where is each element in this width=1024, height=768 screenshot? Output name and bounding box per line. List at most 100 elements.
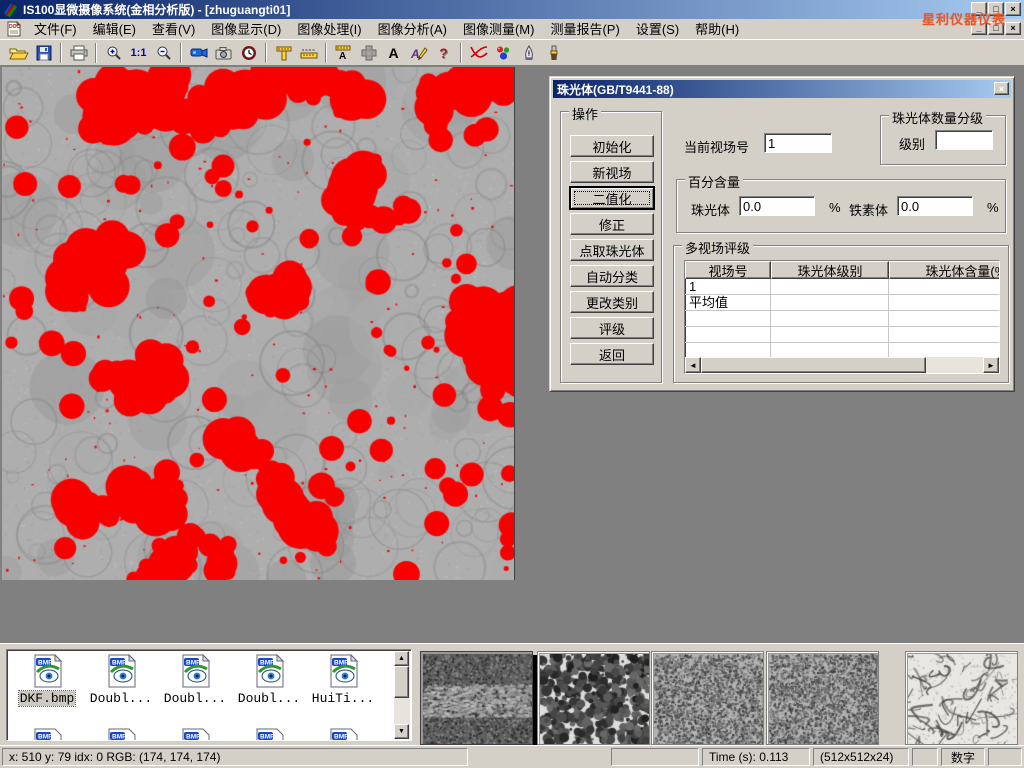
scroll-thumb[interactable] <box>394 666 409 698</box>
thumbnail-4[interactable] <box>766 651 879 745</box>
table-row[interactable]: 平均值 0.0 <box>685 295 999 311</box>
focus-rect <box>574 191 650 205</box>
toolbar-separator <box>95 43 97 63</box>
caliper-button[interactable] <box>271 41 296 64</box>
color-balls-icon <box>495 45 512 61</box>
floppy-icon <box>36 45 52 61</box>
menu-settings[interactable]: 设置(S) <box>628 17 687 40</box>
grade-label: 级别 <box>899 134 925 153</box>
file-item[interactable]: BMP Doubl... <box>233 654 305 706</box>
file-item[interactable]: BMP <box>159 728 231 741</box>
micrograph-image[interactable] <box>2 67 515 580</box>
file-item[interactable]: BMP Doubl... <box>159 654 231 706</box>
grade-input[interactable] <box>935 130 993 150</box>
menu-image-measure[interactable]: 图像测量(M) <box>455 17 543 40</box>
pen-tool-button[interactable] <box>516 41 541 64</box>
new-field-button[interactable]: 新视场 <box>570 161 654 183</box>
video-capture-button[interactable] <box>186 41 211 64</box>
thumbnail-5[interactable] <box>905 651 1018 745</box>
menu-image-processing[interactable]: 图像处理(I) <box>289 17 369 40</box>
menu-image-display[interactable]: 图像显示(D) <box>203 17 289 40</box>
pick-pearlite-button[interactable]: 点取珠光体 <box>570 239 654 261</box>
snapshot-button[interactable] <box>211 41 236 64</box>
classify-particles-button[interactable] <box>491 41 516 64</box>
initialize-button[interactable]: 初始化 <box>570 135 654 157</box>
pearlite-percent-input[interactable] <box>739 196 815 216</box>
current-field-input[interactable] <box>764 133 832 153</box>
curve-tool-button[interactable] <box>466 41 491 64</box>
actual-size-button[interactable]: 1:1 <box>126 41 151 64</box>
dialog-title-bar[interactable]: 珠光体(GB/T9441-88) × <box>553 80 1011 98</box>
measure-label-button[interactable]: A <box>331 41 356 64</box>
vendor-watermark: 星利仪器仪表 <box>922 9 1006 28</box>
multi-field-table[interactable]: 视场号 珠光体级别 珠光体含量(%) 铁素体含量(%) 1 0.0 平均值 0.… <box>684 260 1000 374</box>
menu-image-analysis[interactable]: 图像分析(A) <box>370 17 455 40</box>
save-button[interactable] <box>31 41 56 64</box>
ruler-button[interactable] <box>296 41 321 64</box>
file-item[interactable]: BMP HuiTi... <box>307 654 379 706</box>
open-file-button[interactable] <box>6 41 31 64</box>
change-class-button[interactable]: 更改类别 <box>570 291 654 313</box>
grid-merge-button[interactable] <box>356 41 381 64</box>
binarize-button[interactable]: 二值化 <box>570 187 654 209</box>
table-row[interactable]: 1 0.0 <box>685 279 999 295</box>
file-name[interactable]: Doubl... <box>89 691 153 706</box>
col-pearlite-grade[interactable]: 珠光体级别 <box>771 261 889 279</box>
file-name[interactable]: Doubl... <box>237 691 301 706</box>
edit-annotation-button[interactable]: A <box>406 41 431 64</box>
toolbar-separator <box>180 43 182 63</box>
col-pearlite-percent[interactable]: 珠光体含量(%) <box>889 261 1000 279</box>
grade-button[interactable]: 评级 <box>570 317 654 339</box>
menu-help[interactable]: 帮助(H) <box>687 17 747 40</box>
timer-button[interactable] <box>236 41 261 64</box>
mdi-close-button[interactable]: × <box>1005 22 1021 35</box>
file-item[interactable]: BMP <box>85 728 157 741</box>
thumbnail-3[interactable] <box>651 651 764 745</box>
scroll-left-arrow[interactable]: ◄ <box>685 357 701 373</box>
file-item[interactable]: BMP <box>307 728 379 741</box>
return-button[interactable]: 返回 <box>570 343 654 365</box>
file-name[interactable]: DKF.bmp <box>19 691 76 706</box>
print-button[interactable] <box>66 41 91 64</box>
close-button[interactable]: × <box>1005 2 1021 16</box>
menu-measure-report[interactable]: 测量报告(P) <box>542 17 627 40</box>
file-item[interactable]: BMP DKF.bmp <box>11 654 83 706</box>
file-item[interactable]: BMP Doubl... <box>85 654 157 706</box>
file-name[interactable]: HuiTi... <box>311 691 375 706</box>
zoom-in-icon <box>106 45 122 61</box>
thumbnail-2[interactable] <box>537 651 650 745</box>
bmp-file-icon: BMP <box>326 728 360 741</box>
auto-classify-button[interactable]: 自动分类 <box>570 265 654 287</box>
help-button[interactable]: ? <box>431 41 456 64</box>
document-icon[interactable]: DOC <box>6 21 22 37</box>
table-row <box>685 327 999 343</box>
window-title: IS100显微摄像系统(金相分析版) - [zhuguangti01] <box>23 1 290 18</box>
zoom-in-button[interactable] <box>101 41 126 64</box>
clock-icon <box>241 45 257 61</box>
table-horizontal-scrollbar[interactable]: ◄ ► <box>685 357 999 373</box>
menu-edit[interactable]: 编辑(E) <box>85 17 144 40</box>
file-browser[interactable]: BMP DKF.bmp BMP Doubl... BMP Doubl... BM… <box>6 649 412 741</box>
scroll-right-arrow[interactable]: ► <box>983 357 999 373</box>
ferrite-percent-input[interactable] <box>897 196 973 216</box>
col-field-no[interactable]: 视场号 <box>685 261 771 279</box>
file-item[interactable]: BMP <box>11 728 83 741</box>
thumbnail-1[interactable] <box>420 651 533 745</box>
pen-icon <box>522 45 536 61</box>
scroll-thumb[interactable] <box>701 357 926 373</box>
operation-group: 操作 初始化 新视场 二值化 修正 点取珠光体 自动分类 更改类别 评级 返回 <box>560 111 662 383</box>
correct-button[interactable]: 修正 <box>570 213 654 235</box>
file-item[interactable]: BMP <box>233 728 305 741</box>
menu-view[interactable]: 查看(V) <box>144 17 203 40</box>
brush-tool-button[interactable] <box>541 41 566 64</box>
dialog-close-button[interactable]: × <box>994 82 1009 95</box>
scroll-down-arrow[interactable]: ▼ <box>394 724 409 739</box>
file-name[interactable]: Doubl... <box>163 691 227 706</box>
letter-a-icon: A <box>388 45 398 61</box>
file-browser-scrollbar[interactable]: ▲ ▼ <box>394 651 410 739</box>
scroll-up-arrow[interactable]: ▲ <box>394 651 409 666</box>
zoom-out-button[interactable] <box>151 41 176 64</box>
text-annotation-button[interactable]: A <box>381 41 406 64</box>
printer-icon <box>70 45 88 61</box>
menu-file[interactable]: 文件(F) <box>26 17 85 40</box>
